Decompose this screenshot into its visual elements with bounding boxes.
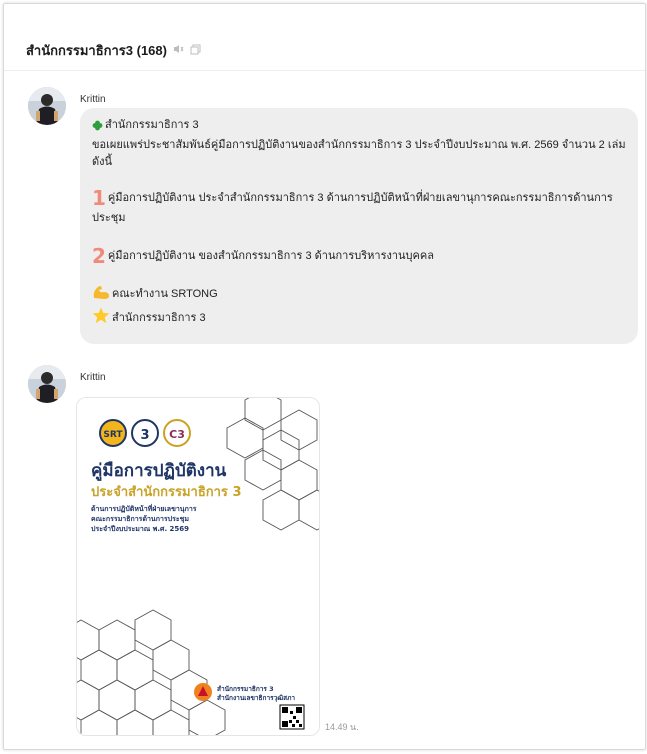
intro-text: ขอเผยแพร่ประชาสัมพันธ์คู่มือการปฏิบัติงา… — [92, 139, 626, 168]
item-2: 2 คู่มือการปฏิบัติงาน ของสำนักกรรมาธิการ … — [92, 245, 626, 267]
cover-footer-1: สำนักกรรมาธิการ 3 — [217, 685, 274, 693]
flexed-biceps-icon — [92, 284, 110, 307]
message-bubble[interactable]: สำนักกรรมาธิการ 3 ขอเผยแพร่ประชาสัมพันธ์… — [80, 108, 638, 344]
cover-desc-2: คณะกรรมาธิการด้านการประชุม — [91, 514, 189, 523]
team-line: คณะทำงาน SRTONG — [92, 284, 626, 307]
office-text: สำนักกรรมาธิการ 3 — [112, 312, 206, 324]
message-time: 14.49 น. — [325, 722, 359, 732]
cover-desc-1: ด้านการปฏิบัติหน้าที่ฝ่ายเลขานุการ — [91, 503, 197, 513]
item-1-text: คู่มือการปฏิบัติงาน ประจำสำนักกรรมาธิการ… — [92, 192, 613, 224]
keycap-2-icon: 2 — [92, 244, 106, 268]
item-1: 1 คู่มือการปฏิบัติงาน ประจำสำนักกรรมาธิกา… — [92, 188, 626, 228]
keycap-1-icon: 1 — [92, 186, 106, 210]
cover-desc-3: ประจำปีงบประมาณ พ.ศ. 2569 — [91, 525, 189, 533]
sender-name: Krittin — [80, 94, 106, 105]
manual-cover-image: SRT 3 C3 คู่มือการปฏิบัติงาน ประจำสำนักก… — [77, 398, 319, 735]
star-icon — [92, 307, 110, 331]
team-text: คณะทำงาน SRTONG — [112, 288, 218, 300]
sender-name: Krittin — [80, 372, 106, 383]
office-line: สำนักกรรมาธิการ 3 — [92, 307, 626, 331]
header-divider — [4, 70, 645, 71]
speaker-mute-icon[interactable] — [173, 44, 184, 57]
image-message[interactable]: SRT 3 C3 คู่มือการปฏิบัติงาน ประจำสำนักก… — [76, 397, 320, 736]
cover-footer-2: สำนักงานเลขาธิการวุฒิสภา — [217, 694, 295, 702]
copy-icon[interactable] — [190, 44, 201, 58]
greeting-text: สำนักกรรมาธิการ 3 — [105, 119, 199, 131]
cover-subtitle: ประจำสำนักกรรมาธิการ 3 — [91, 484, 242, 500]
chat-header: สำนักกรรมาธิการ3 (168) — [26, 40, 201, 61]
avatar[interactable] — [28, 365, 66, 403]
cover-title: คู่มือการปฏิบัติงาน — [91, 460, 227, 482]
item-2-text: คู่มือการปฏิบัติงาน ของสำนักกรรมาธิการ 3… — [107, 250, 434, 262]
greeting-line: สำนักกรรมาธิการ 3 — [92, 117, 626, 137]
green-clover-icon — [92, 120, 103, 137]
svg-text:C3: C3 — [169, 428, 185, 441]
svg-text:SRT: SRT — [103, 430, 123, 440]
chat-window: สำนักกรรมาธิการ3 (168) Krittin สำนักกรรม… — [3, 3, 646, 750]
avatar[interactable] — [28, 87, 66, 125]
svg-text:3: 3 — [140, 428, 149, 443]
qr-code — [279, 704, 305, 730]
chat-title: สำนักกรรมาธิการ3 (168) — [26, 43, 167, 58]
